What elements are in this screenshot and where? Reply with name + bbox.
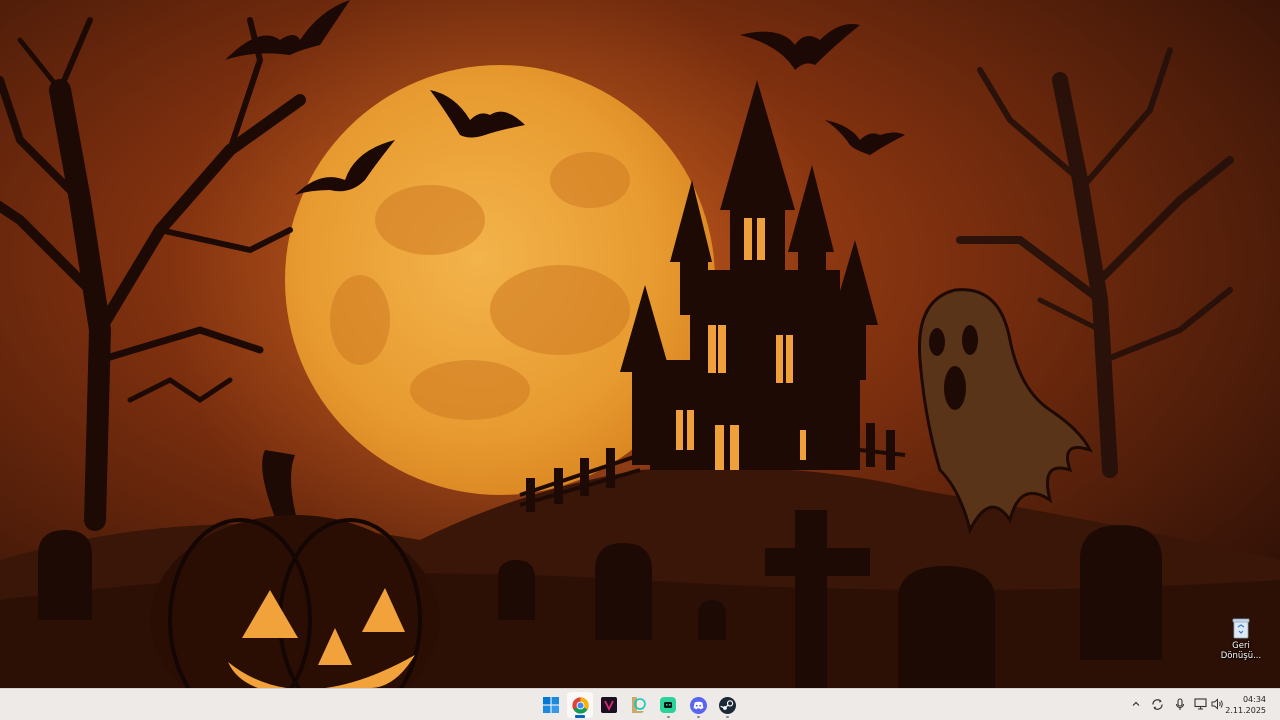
chevron-up-icon (1132, 701, 1140, 706)
network-icon (1193, 698, 1207, 710)
active-indicator (575, 715, 585, 718)
taskbar-app-chat[interactable] (655, 692, 681, 718)
running-indicator (725, 716, 729, 718)
league-icon (632, 697, 646, 713)
desktop-wallpaper (0, 0, 1280, 688)
recycle-bin-icon (1231, 617, 1251, 639)
taskbar-app-league[interactable] (625, 692, 651, 718)
discord-icon (689, 696, 707, 714)
show-hidden-icons-button[interactable] (1129, 697, 1143, 711)
steam-icon (718, 696, 736, 714)
halloween-wallpaper (0, 0, 1280, 688)
tray-microphone-button[interactable] (1173, 697, 1187, 711)
taskbar-app-purple[interactable] (596, 692, 622, 718)
app-purple-icon (601, 697, 617, 713)
start-button[interactable] (538, 692, 564, 718)
taskbar-app-steam[interactable] (714, 692, 740, 718)
running-indicator (696, 716, 700, 718)
tray-network-button[interactable] (1193, 697, 1207, 711)
chat-app-icon (660, 697, 676, 713)
taskbar-clock[interactable]: 04:34 2.11.2025 (1218, 694, 1266, 716)
windows-start-icon (543, 697, 559, 713)
clock-time: 04:34 (1242, 695, 1266, 704)
tray-sync-button[interactable] (1150, 697, 1164, 711)
chrome-icon (571, 696, 589, 714)
running-indicator (666, 716, 670, 718)
recycle-bin-desktop-icon[interactable]: Geri Dönüşü... (1216, 617, 1266, 669)
taskbar: 04:34 2.11.2025 (0, 688, 1280, 720)
sync-icon (1151, 698, 1163, 710)
microphone-icon (1175, 697, 1185, 710)
taskbar-app-discord[interactable] (685, 692, 711, 718)
taskbar-app-chrome[interactable] (567, 692, 593, 718)
clock-date: 2.11.2025 (1225, 706, 1266, 715)
recycle-bin-label: Geri Dönüşü... (1220, 641, 1262, 661)
